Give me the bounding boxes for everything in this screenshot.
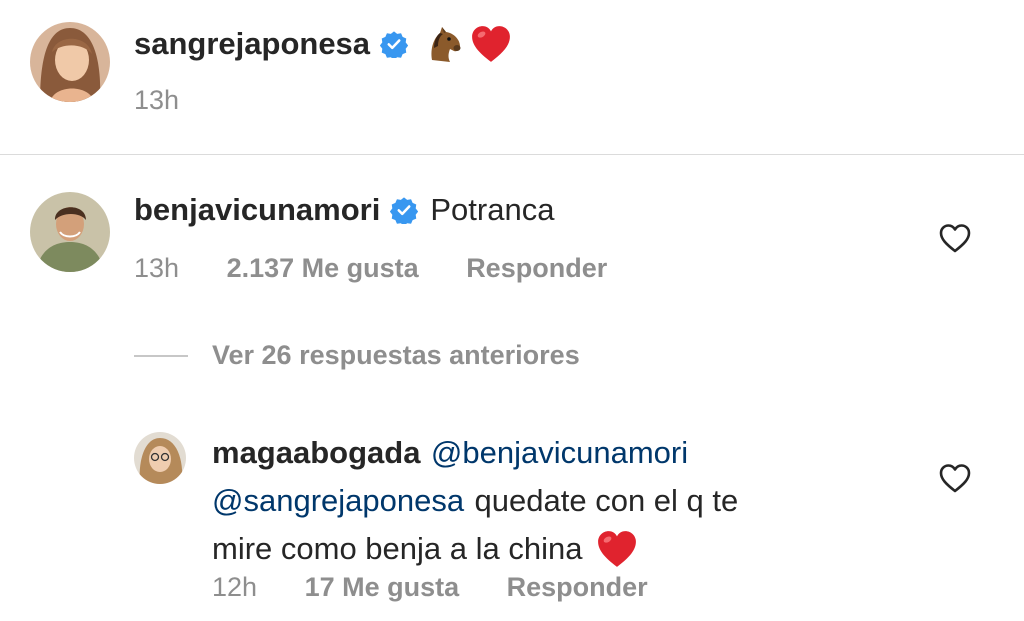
comment-time: 13h (134, 253, 180, 283)
like-heart-icon[interactable] (938, 222, 972, 254)
like-heart-icon[interactable] (938, 462, 972, 494)
reply-reply-button[interactable]: Responder (507, 572, 648, 602)
verified-badge-icon (390, 196, 419, 226)
comment-reply-button[interactable]: Responder (466, 253, 607, 283)
replies-divider-line (134, 354, 188, 357)
reply-text-line-2: mire como benja a la china (212, 531, 583, 566)
verified-badge-icon (379, 30, 409, 60)
reply-time: 12h (212, 572, 258, 602)
comment-author-avatar[interactable] (30, 192, 110, 272)
post-time: 13h (134, 85, 180, 115)
red-heart-emoji-icon (596, 529, 638, 569)
post-author-username[interactable]: sangrejaponesa (134, 26, 370, 62)
comment-likes-link[interactable]: 2.137 Me gusta (227, 253, 419, 283)
reply-likes-link[interactable]: 17 Me gusta (305, 572, 460, 602)
view-previous-replies-button[interactable]: Ver 26 respuestas anteriores (134, 340, 580, 371)
horse-face-emoji-icon (424, 24, 464, 64)
divider (0, 154, 1024, 155)
red-heart-emoji-icon (470, 24, 512, 64)
reply-text-line-1: quedate con el q te (474, 483, 739, 518)
reply-author-avatar[interactable] (134, 432, 186, 484)
reply-author-username[interactable]: magaabogada (212, 435, 420, 470)
comment-author-username[interactable]: benjavicunamori (134, 192, 380, 228)
mention-link[interactable]: @sangrejaponesa (212, 483, 464, 518)
view-replies-label: Ver 26 respuestas anteriores (212, 340, 580, 370)
post-author-avatar[interactable] (30, 22, 110, 102)
comment-text: Potranca (430, 192, 555, 227)
mention-link[interactable]: @benjavicunamori (431, 435, 688, 470)
